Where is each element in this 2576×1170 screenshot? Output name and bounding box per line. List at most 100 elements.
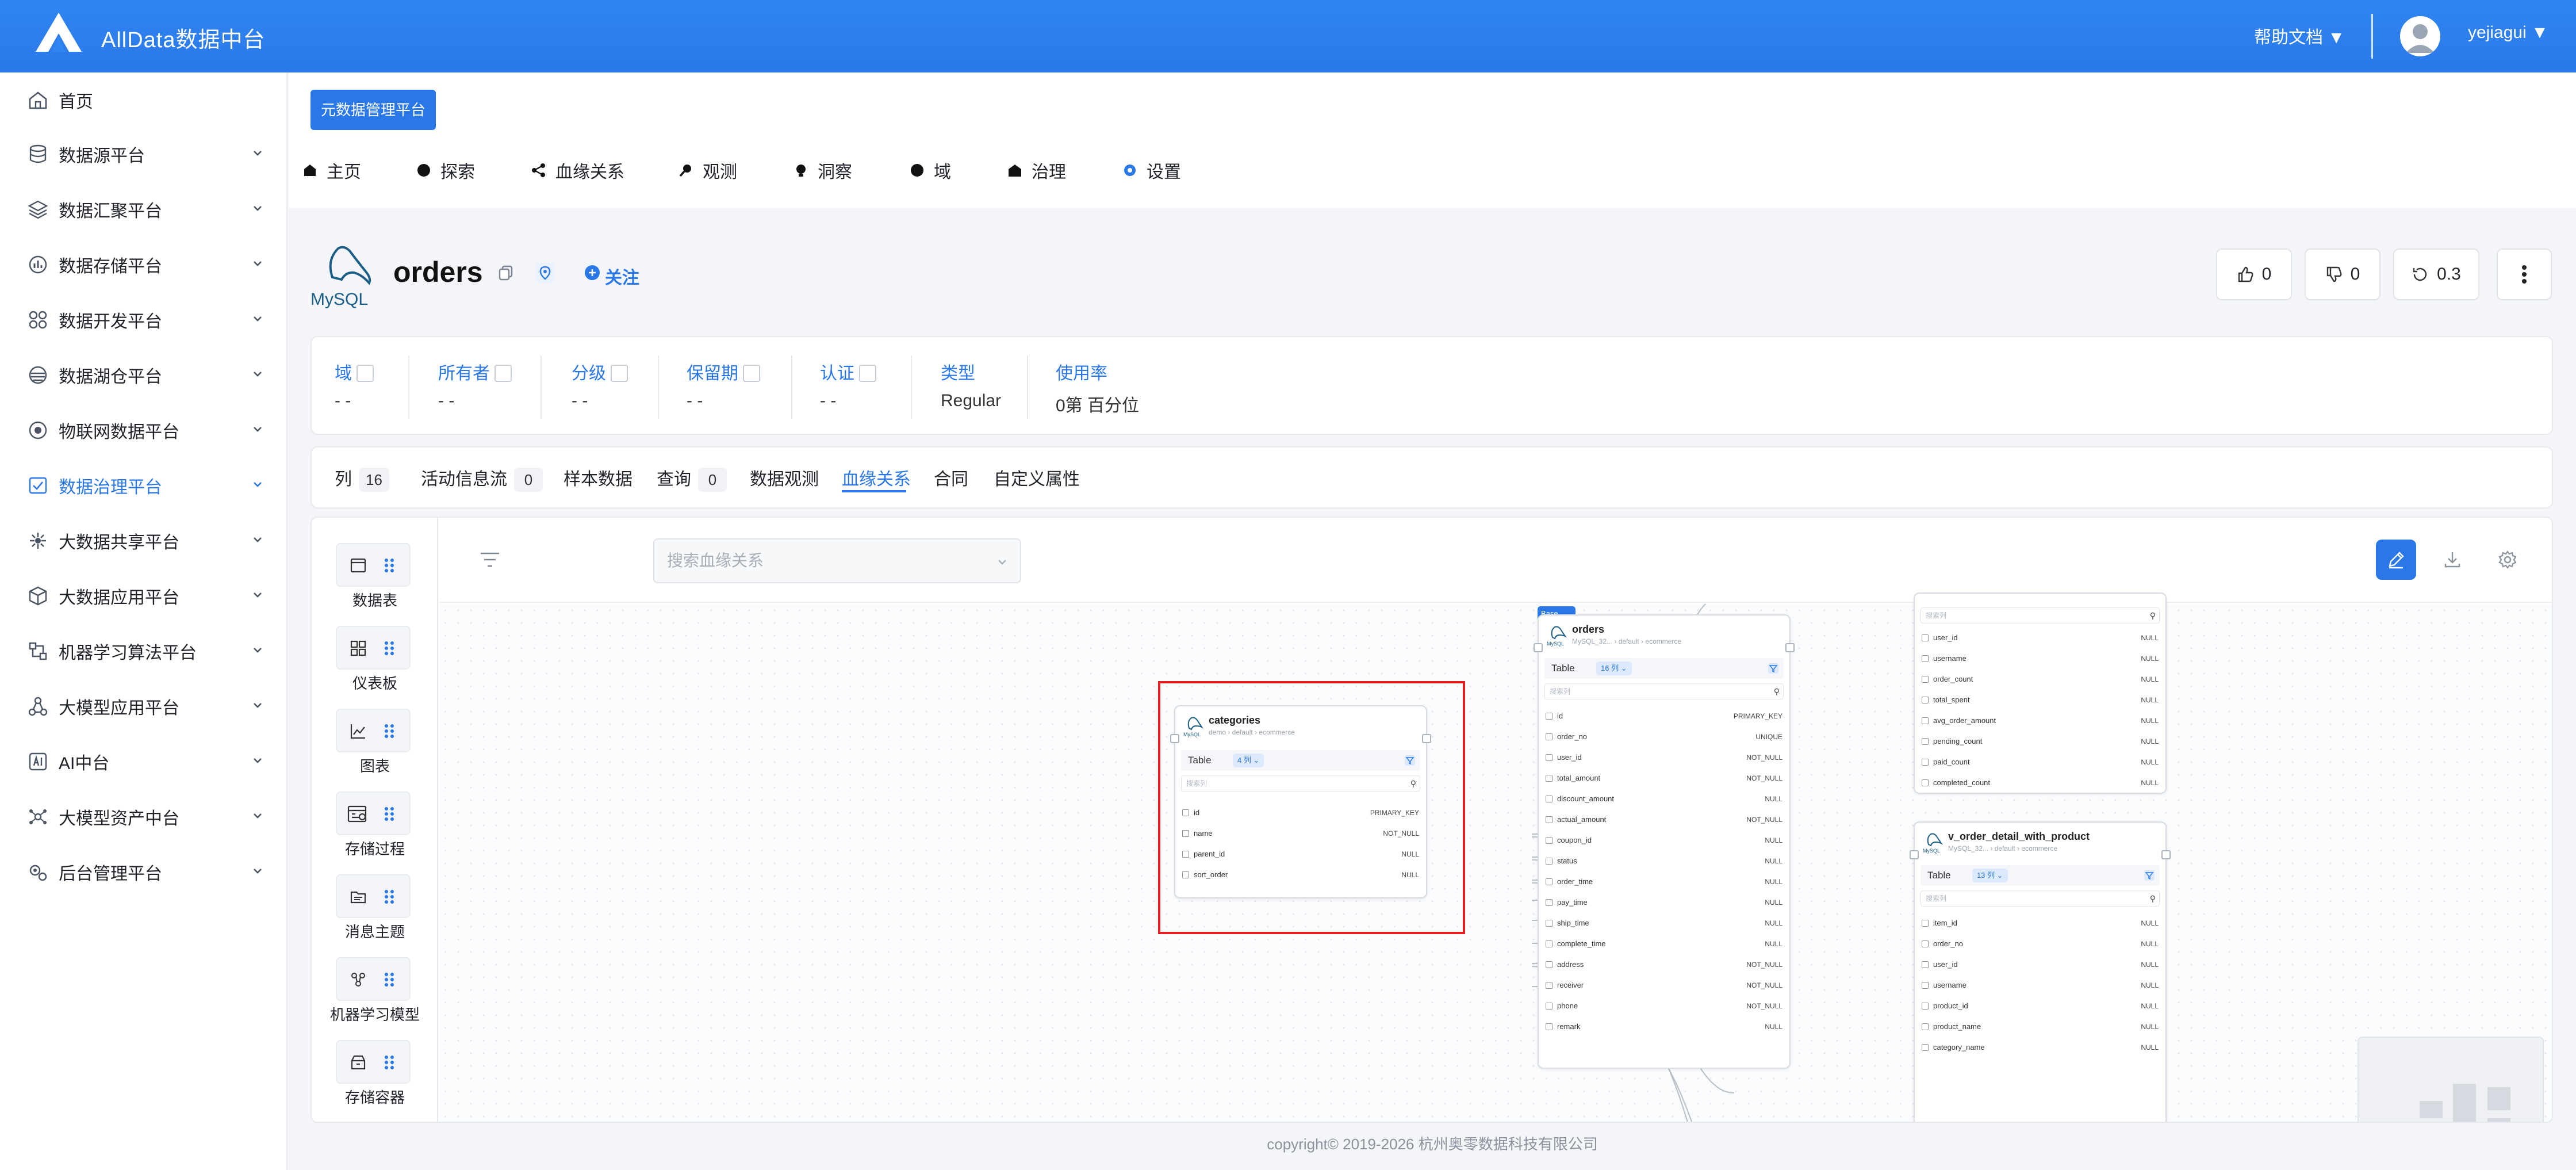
palette-item-procedure[interactable] <box>336 792 411 835</box>
palette-item-container[interactable] <box>336 1040 411 1084</box>
sidebar-item-storage[interactable]: 数据存储平台 <box>0 242 288 288</box>
palette-item-topic[interactable] <box>336 874 411 918</box>
column-row[interactable]: actual_amount NOT_NULL <box>1544 811 1782 828</box>
column-row[interactable]: receiver NOT_NULL <box>1544 977 1782 994</box>
tab-data-observability[interactable]: 数据观测 <box>750 465 819 490</box>
column-row[interactable]: pay_time NULL <box>1544 894 1782 911</box>
tab-columns[interactable]: 列 16 <box>335 465 389 492</box>
node-input-port[interactable] <box>1910 850 1919 859</box>
sidebar-item-llm-apps[interactable]: 大模型应用平台 <box>0 683 288 729</box>
nav-settings[interactable]: 设置 <box>1122 159 1181 182</box>
meta-certification[interactable]: 认证 <box>820 359 876 384</box>
palette-item-ml-model[interactable] <box>336 957 411 1001</box>
user-avatar[interactable] <box>2400 16 2440 56</box>
export-lineage-button[interactable] <box>2432 540 2472 580</box>
sidebar-item-admin[interactable]: 后台管理平台 <box>0 849 288 895</box>
meta-owner[interactable]: 所有者 <box>438 359 512 384</box>
column-search-input[interactable]: 搜索列 ⚲ <box>1181 775 1420 792</box>
downvote-button[interactable]: 0 <box>2305 248 2380 300</box>
palette-item-dashboard[interactable] <box>336 626 411 670</box>
filter-icon[interactable] <box>480 551 500 568</box>
column-row[interactable]: avg_order_amount NULL <box>1920 712 2159 729</box>
column-row[interactable]: coupon_id NULL <box>1544 832 1782 849</box>
drag-handle-icon[interactable] <box>383 1054 396 1071</box>
edit-icon[interactable] <box>859 365 876 383</box>
sidebar-item-ingest[interactable]: 数据汇聚平台 <box>0 186 288 232</box>
upvote-button[interactable]: 0 <box>2216 248 2292 300</box>
lineage-canvas[interactable]: MySQL categories demo › default › ecomme… <box>439 592 2552 1122</box>
column-row[interactable]: username NULL <box>1920 977 2159 994</box>
column-row[interactable]: user_id NULL <box>1920 956 2159 973</box>
column-row[interactable]: id PRIMARY_KEY <box>1544 708 1782 725</box>
column-count-toggle[interactable]: 4 列 ⌄ <box>1233 754 1264 767</box>
edit-icon[interactable] <box>494 365 512 383</box>
follow-button[interactable]: 关注 <box>605 263 639 289</box>
tab-custom-properties[interactable]: 自定义属性 <box>994 465 1080 490</box>
sidebar-item-datasource[interactable]: 数据源平台 <box>0 131 288 177</box>
column-row[interactable]: complete_time NULL <box>1544 935 1782 953</box>
edit-icon[interactable] <box>356 365 374 383</box>
drag-handle-icon[interactable] <box>383 805 396 823</box>
column-row[interactable]: total_spent NULL <box>1920 691 2159 709</box>
column-row[interactable]: username NULL <box>1920 650 2159 667</box>
column-search-input[interactable]: 搜索列 ⚲ <box>1920 890 2160 907</box>
drag-handle-icon[interactable] <box>383 971 396 988</box>
column-row[interactable]: paid_count NULL <box>1920 754 2159 771</box>
column-row[interactable]: phone NOT_NULL <box>1544 997 1782 1015</box>
node-input-port[interactable] <box>1534 643 1543 652</box>
edit-icon[interactable] <box>743 365 760 383</box>
column-row[interactable]: order_time NULL <box>1544 873 1782 890</box>
lineage-node-user-stats[interactable]: 搜索列 ⚲ user_id NULL username NULL order_coun… <box>1914 592 2167 794</box>
column-count-toggle[interactable]: 16 列 ⌄ <box>1596 662 1632 675</box>
location-icon[interactable] <box>535 262 555 283</box>
lineage-node-categories[interactable]: MySQL categories demo › default › ecomme… <box>1170 705 1431 898</box>
user-menu[interactable]: yejiagui ▼ <box>2468 23 2548 43</box>
sidebar-item-llm-assets[interactable]: 大模型资产中台 <box>0 794 288 840</box>
column-row[interactable]: id PRIMARY_KEY <box>1181 804 1419 821</box>
sidebar-item-iot[interactable]: 物联网数据平台 <box>0 407 288 453</box>
sidebar-item-share[interactable]: 大数据共享平台 <box>0 518 288 564</box>
column-row[interactable]: discount_amount NULL <box>1544 790 1782 808</box>
tab-queries[interactable]: 查询 0 <box>657 465 727 492</box>
version-button[interactable]: 0.3 <box>2393 248 2479 300</box>
filter-icon[interactable] <box>2144 870 2155 881</box>
tab-sample-data[interactable]: 样本数据 <box>564 465 632 490</box>
more-options-button[interactable] <box>2497 248 2552 300</box>
tab-contract[interactable]: 合同 <box>934 465 968 490</box>
column-row[interactable]: completed_count NULL <box>1920 774 2159 792</box>
column-row[interactable]: pending_count NULL <box>1920 733 2159 750</box>
node-output-port[interactable] <box>2161 850 2171 859</box>
column-row[interactable]: order_count NULL <box>1920 671 2159 688</box>
node-output-port[interactable] <box>1785 643 1795 652</box>
column-row[interactable]: ship_time NULL <box>1544 915 1782 932</box>
meta-tier[interactable]: 分级 <box>572 359 628 384</box>
nav-lineage[interactable]: 血缘关系 <box>531 159 624 182</box>
column-row[interactable]: status NULL <box>1544 852 1782 870</box>
lineage-search-select[interactable]: 搜索血缘关系 <box>653 538 1021 583</box>
column-row[interactable]: name NOT_NULL <box>1181 825 1419 842</box>
fullscreen-button[interactable] <box>2543 540 2552 580</box>
filter-icon[interactable] <box>1768 663 1779 674</box>
column-search-input[interactable]: 搜索列 ⚲ <box>1920 607 2160 624</box>
lineage-node-orders[interactable]: MySQL orders MySQL_32... › default › eco… <box>1534 614 1795 1069</box>
nav-explore[interactable]: 探索 <box>416 159 475 182</box>
column-row[interactable]: category_name NULL <box>1920 1039 2159 1056</box>
lineage-settings-button[interactable] <box>2487 540 2528 580</box>
column-search-input[interactable]: 搜索列 ⚲ <box>1544 683 1784 699</box>
column-row[interactable]: user_id NULL <box>1920 629 2159 647</box>
nav-home[interactable]: 主页 <box>302 159 361 182</box>
filter-icon[interactable] <box>1404 755 1416 766</box>
column-row[interactable]: user_id NOT_NULL <box>1544 749 1782 766</box>
sidebar-item-home[interactable]: 首页 <box>0 77 288 123</box>
column-row[interactable]: total_amount NOT_NULL <box>1544 770 1782 787</box>
column-row[interactable]: item_id NULL <box>1920 915 2159 932</box>
column-row[interactable]: remark NULL <box>1544 1018 1782 1035</box>
column-row[interactable]: address NOT_NULL <box>1544 956 1782 973</box>
sidebar-item-apps[interactable]: 大数据应用平台 <box>0 573 288 619</box>
sidebar-item-lakehouse[interactable]: 数据湖仓平台 <box>0 352 288 398</box>
palette-item-table[interactable] <box>336 543 411 587</box>
sidebar-item-ml[interactable]: 机器学习算法平台 <box>0 628 288 674</box>
meta-retention[interactable]: 保留期 <box>687 359 760 384</box>
copy-icon[interactable] <box>498 265 514 281</box>
lineage-node-v-order-detail[interactable]: MySQL v_order_detail_with_product MySQL_… <box>1910 821 2171 1122</box>
